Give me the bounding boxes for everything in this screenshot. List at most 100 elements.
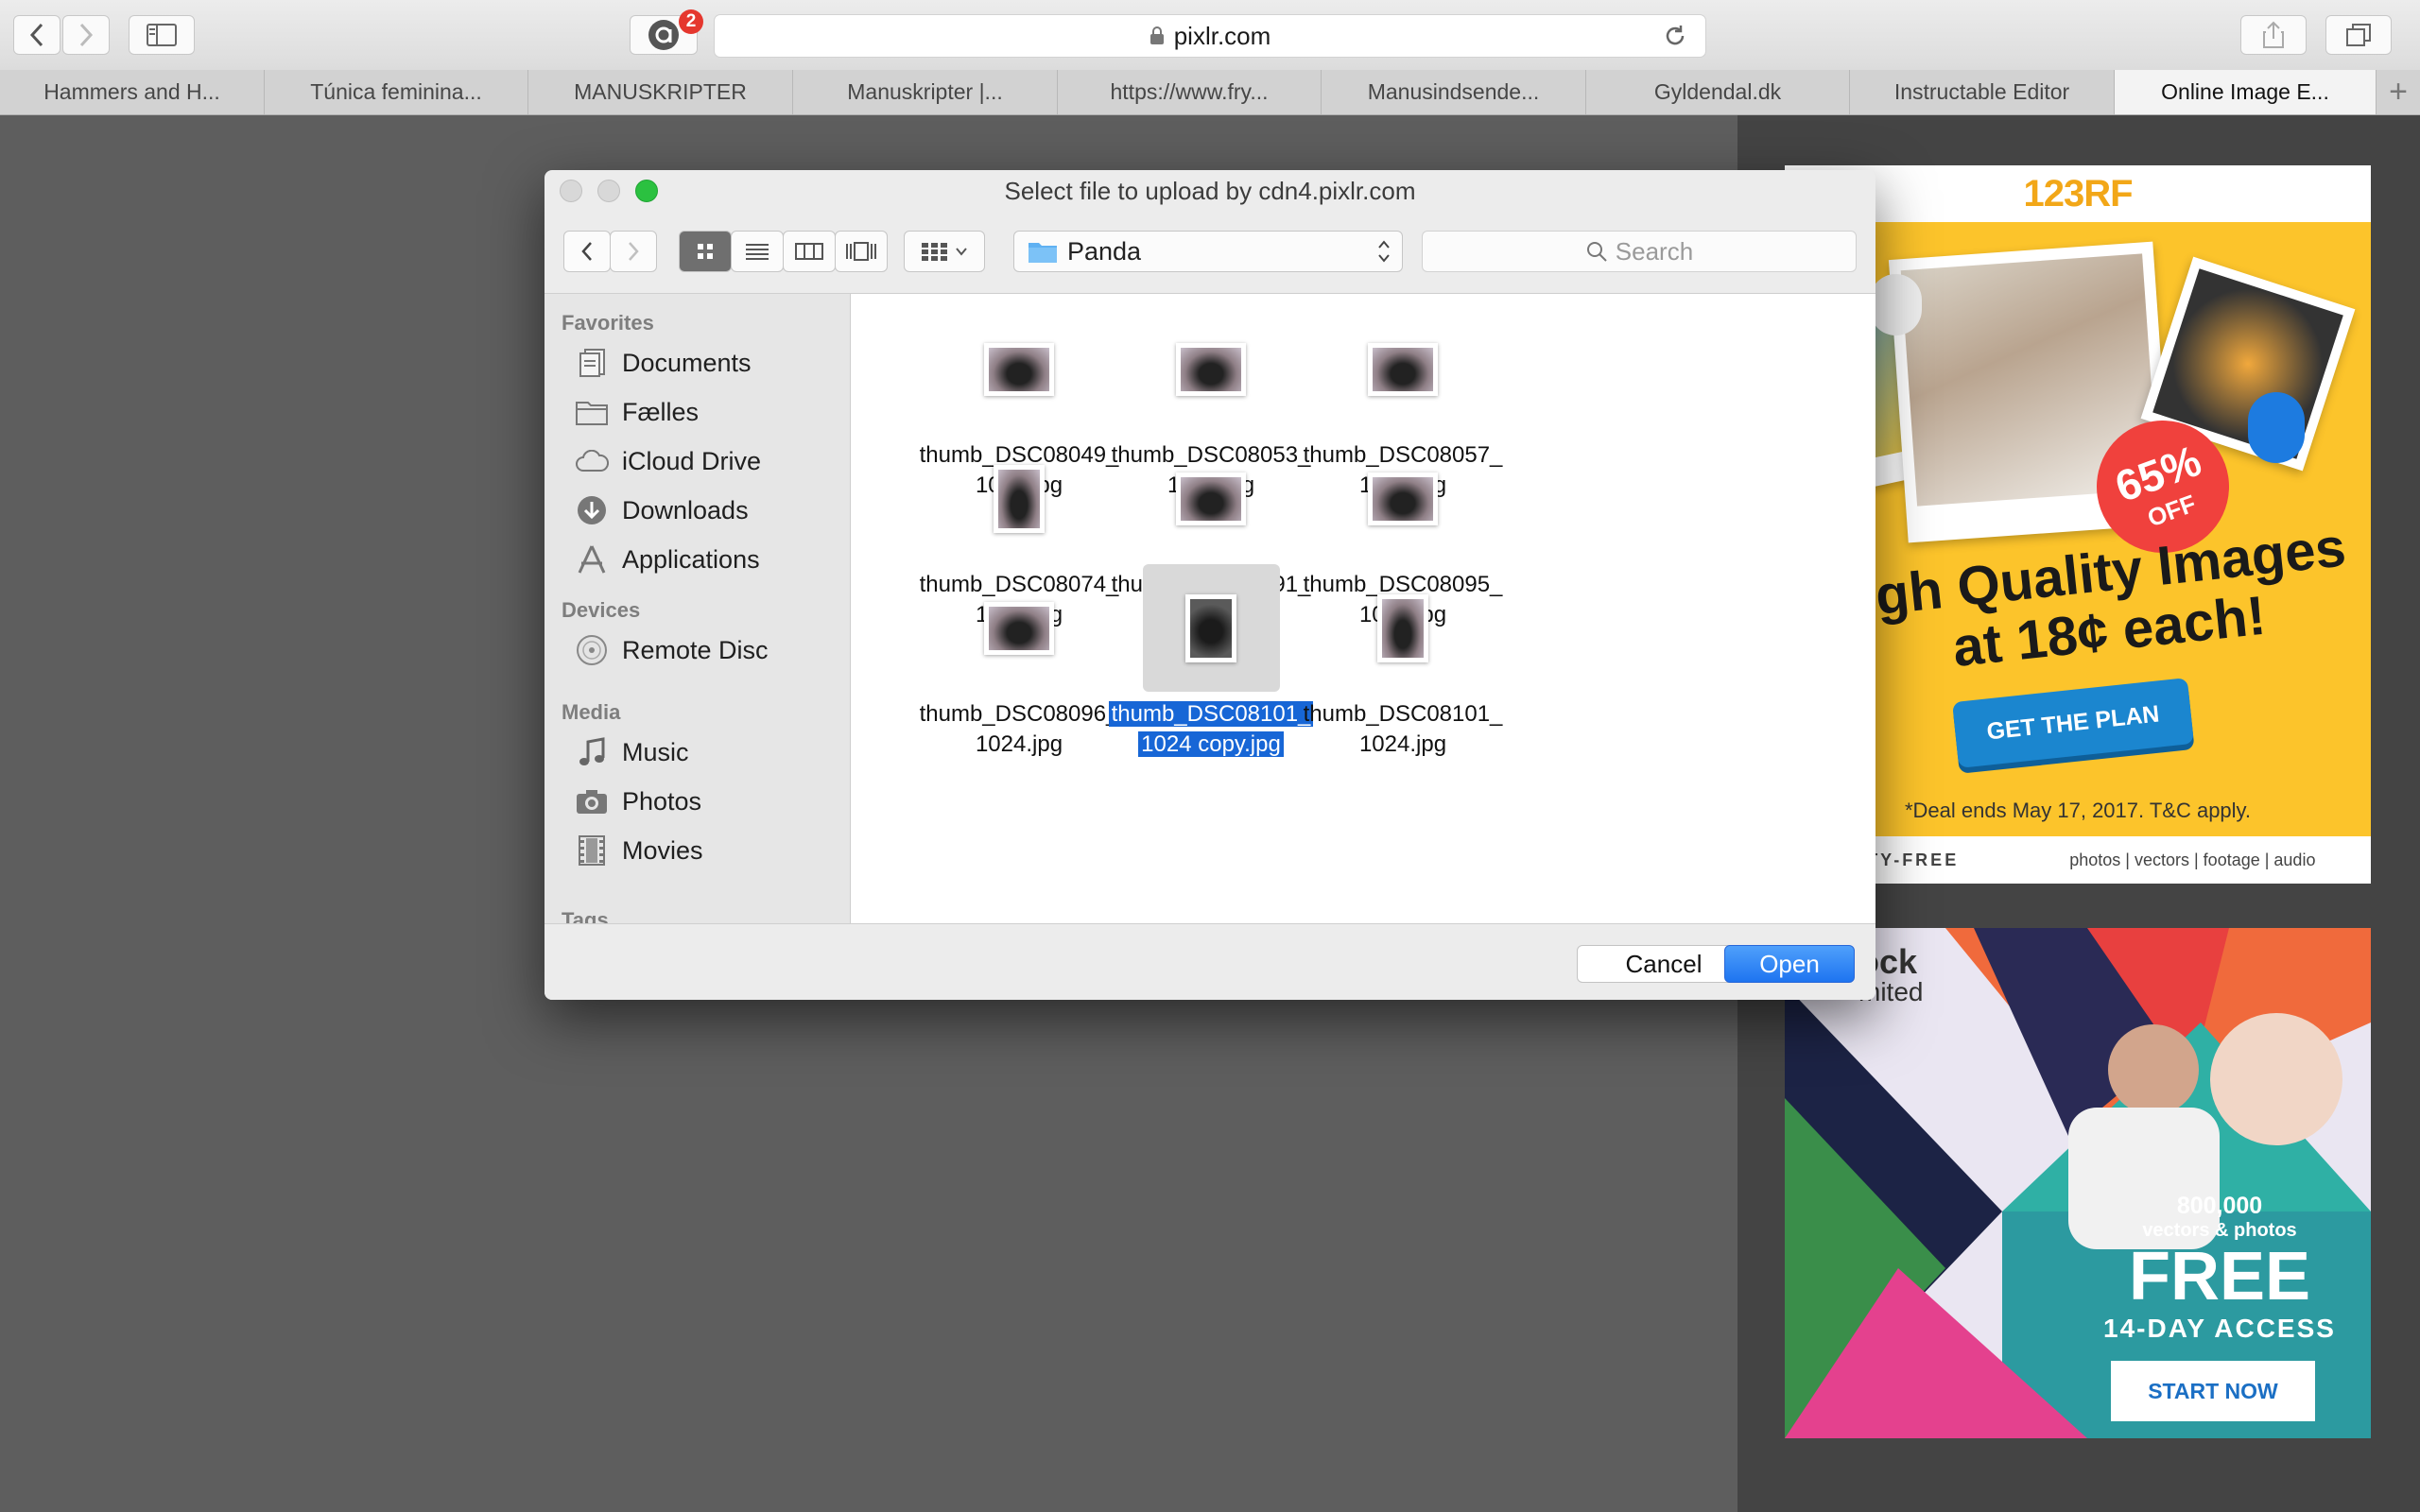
documents-icon	[575, 346, 609, 380]
get-the-plan-button[interactable]: GET THE PLAN	[1952, 678, 2194, 768]
file-thumbnail	[984, 342, 1054, 396]
chevron-down-icon	[956, 248, 967, 256]
search-icon	[1586, 242, 1607, 262]
tab-overview-button[interactable]	[2325, 15, 2392, 55]
file-thumbnail-frame[interactable]	[1143, 435, 1280, 562]
dialog-forward-button[interactable]	[610, 231, 657, 272]
cat-photo-thumbnail	[998, 469, 1040, 528]
icon-view-button[interactable]	[679, 231, 732, 272]
dialog-back-button[interactable]	[563, 231, 611, 272]
file-thumbnail	[1368, 342, 1438, 396]
search-input[interactable]: Search	[1422, 231, 1857, 272]
column-view-button[interactable]	[783, 231, 836, 272]
tabs-icon	[2346, 24, 2371, 46]
offer-count: 800,000	[2176, 1193, 2263, 1219]
sidebar-item-label: Photos	[622, 786, 702, 816]
reload-icon[interactable]	[1662, 23, 1688, 49]
location-popup[interactable]: Panda	[1013, 231, 1403, 272]
address-bar[interactable]: pixlr.com	[714, 14, 1706, 58]
file-thumbnail-frame[interactable]	[951, 305, 1088, 433]
coverflow-view-button[interactable]	[835, 231, 888, 272]
camera-icon	[575, 784, 609, 818]
sidebar-item-photos[interactable]: Photos	[575, 782, 701, 820]
file-browser: thumb_DSC08049_1024.jpgthumb_DSC08053_10…	[851, 294, 1876, 923]
file-thumbnail-frame[interactable]	[1335, 435, 1472, 562]
file-thumbnail-frame[interactable]	[1335, 564, 1472, 692]
sidebar-item-remote-disc[interactable]: Remote Disc	[575, 631, 769, 669]
arrange-button[interactable]	[904, 231, 985, 272]
tab-online-image-editor[interactable]: Online Image E...	[2115, 70, 2377, 114]
tab-instructable[interactable]: Instructable Editor	[1850, 70, 2115, 114]
sidebar-item-label: iCloud Drive	[622, 446, 762, 475]
back-button[interactable]	[13, 15, 60, 55]
sidebar-item-movies[interactable]: Movies	[575, 832, 703, 869]
tab-manuskripter-2[interactable]: Manuskripter |...	[793, 70, 1058, 114]
columns-icon	[795, 243, 823, 260]
coverflow-icon	[846, 242, 876, 261]
file-thumbnail	[1176, 342, 1246, 396]
tab-label: https://www.fry...	[1110, 79, 1269, 104]
sidebar-item-music[interactable]: Music	[575, 733, 689, 771]
file-thumbnail-frame[interactable]	[1142, 564, 1280, 692]
forward-button[interactable]	[62, 15, 110, 55]
sidebar-item-label: Music	[622, 737, 689, 766]
tab-gyldendal[interactable]: Gyldendal.dk	[1586, 70, 1850, 114]
tags-header: Tags	[562, 908, 609, 923]
tab-manuskripter[interactable]: MANUSKRIPTER	[528, 70, 793, 114]
file-item[interactable]: thumb_DSC08101_ 1024.jpg	[1261, 564, 1545, 760]
share-button[interactable]	[2240, 15, 2307, 55]
tab-fry[interactable]: https://www.fry...	[1058, 70, 1322, 114]
cloud-icon	[575, 444, 609, 478]
sidebar-toggle-button[interactable]	[129, 15, 195, 55]
file-upload-dialog: Select file to upload by cdn4.pixlr.com …	[544, 170, 1876, 1000]
sidebar-item-icloud-drive[interactable]: iCloud Drive	[575, 442, 761, 480]
sidebar-item-label: Remote Disc	[622, 635, 769, 664]
open-button[interactable]: Open	[1724, 945, 1855, 983]
downloads-icon	[575, 493, 609, 527]
ad1-headline: igh Quality Images at 18¢ each!	[1856, 516, 2357, 687]
file-name-line-1: thumb_DSC08101_	[1303, 701, 1503, 727]
sidebar-item-downloads[interactable]: Downloads	[575, 491, 749, 529]
sidebar-item-documents[interactable]: Documents	[575, 344, 752, 382]
file-thumbnail-frame[interactable]	[1335, 305, 1472, 433]
tab-tunica[interactable]: Túnica feminina...	[265, 70, 528, 114]
media-types-text: photos | vectors | footage | audio	[2069, 850, 2316, 869]
updown-chevron-icon	[1378, 240, 1390, 263]
list-icon	[746, 244, 769, 260]
file-name-line-2: 1024.jpg	[1358, 731, 1447, 757]
file-thumbnail-frame[interactable]	[951, 564, 1088, 692]
start-now-button[interactable]: START NOW	[2111, 1361, 2315, 1421]
cat-photo-thumbnail	[989, 606, 1049, 650]
chevron-left-icon	[581, 242, 592, 261]
file-thumbnail	[1185, 593, 1236, 662]
new-tab-button[interactable]: +	[2377, 70, 2420, 114]
film-icon	[575, 833, 609, 868]
chevron-left-icon	[29, 23, 43, 47]
file-thumbnail	[1377, 593, 1428, 662]
sidebar-item-label: Fælles	[622, 397, 700, 426]
chevron-right-icon	[79, 23, 94, 47]
sidebar-item-label: Applications	[622, 544, 760, 574]
devices-header: Devices	[562, 598, 641, 622]
sidebar-item-faelles[interactable]: Fælles	[575, 393, 699, 431]
extension-icon	[648, 20, 679, 50]
file-thumbnail-frame[interactable]	[1143, 305, 1280, 433]
file-thumbnail	[994, 464, 1045, 533]
ad-stock-unlimited[interactable]: ock mited 800,000 vectors & photos FREE …	[1785, 928, 2371, 1438]
cat-photo-thumbnail	[1373, 347, 1433, 391]
dialog-footer: Cancel Open	[544, 923, 1876, 1000]
location-label: Panda	[1067, 236, 1142, 266]
tab-hammers[interactable]: Hammers and H...	[0, 70, 265, 114]
list-view-button[interactable]	[731, 231, 784, 272]
tab-label: Manuskripter |...	[847, 79, 1003, 104]
ad2-offer: 800,000 vectors & photos FREE 14-DAY ACC…	[2059, 1193, 2371, 1344]
url-text: pixlr.com	[1173, 21, 1271, 50]
sidebar-item-applications[interactable]: Applications	[575, 541, 760, 578]
tab-manusindsende[interactable]: Manusindsende...	[1322, 70, 1586, 114]
dialog-sidebar: Favorites Documents Fælles iCloud Drive …	[544, 294, 851, 923]
file-thumbnail	[1176, 472, 1246, 525]
123rf-logo: 123RF	[2023, 172, 2133, 215]
tab-label: Manusindsende...	[1367, 79, 1540, 104]
tab-label: Online Image E...	[2161, 79, 2329, 104]
file-thumbnail-frame[interactable]	[951, 435, 1088, 562]
